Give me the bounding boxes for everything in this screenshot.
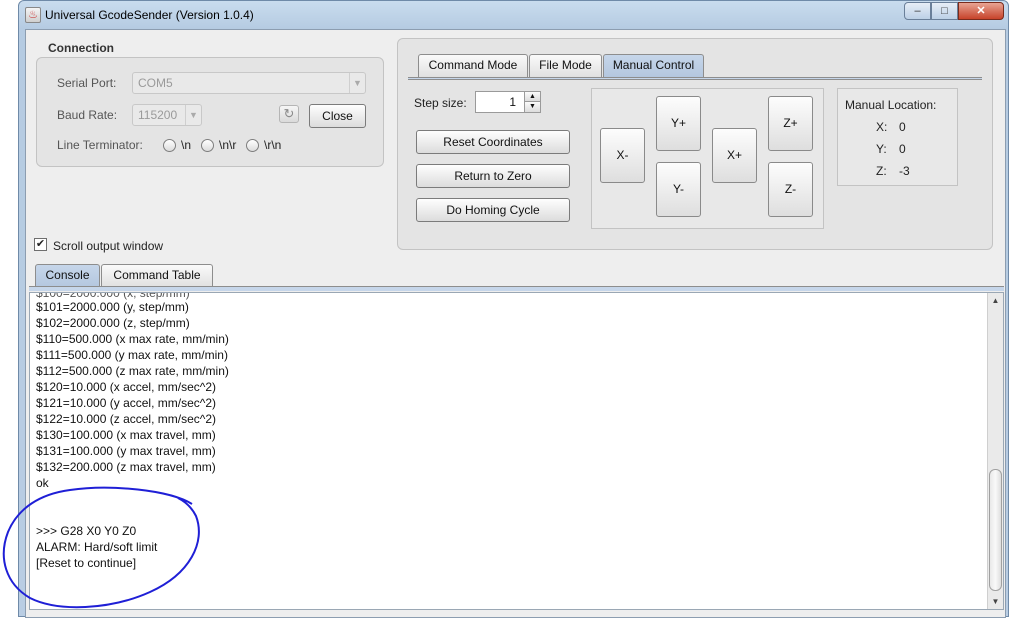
console-line: $102=2000.000 (z, step/mm): [36, 316, 190, 330]
chevron-down-icon: ▼: [185, 105, 201, 125]
tab-manual-control[interactable]: Manual Control: [603, 54, 704, 77]
console-line: $130=100.000 (x max travel, mm): [36, 428, 216, 442]
tab-command-table[interactable]: Command Table: [101, 264, 213, 287]
jog-y-plus-button[interactable]: Y+: [656, 96, 701, 151]
annotation-circle: [2, 486, 200, 609]
location-z-value: -3: [899, 164, 910, 178]
chevron-down-icon: ▼: [349, 73, 365, 93]
console-line: $122=10.000 (z accel, mm/sec^2): [36, 412, 217, 426]
console-tab-underline: [29, 286, 1004, 291]
serial-port-select[interactable]: COM5 ▼: [132, 72, 366, 94]
spinner-up-icon[interactable]: ▲: [524, 92, 540, 102]
manual-location-title: Manual Location:: [845, 98, 937, 112]
reset-coordinates-button[interactable]: Reset Coordinates: [416, 130, 570, 154]
location-x-label: X:: [876, 120, 888, 134]
terminator-label-n: \n: [181, 138, 192, 152]
jog-z-plus-button[interactable]: Z+: [768, 96, 813, 151]
connection-title: Connection: [48, 41, 114, 55]
window-controls: – □ ✕: [904, 2, 1004, 20]
console-line: $132=200.000 (z max travel, mm): [36, 460, 216, 474]
maximize-button[interactable]: □: [931, 2, 958, 20]
window-title: Universal GcodeSender (Version 1.0.4): [45, 8, 254, 22]
scroll-thumb[interactable]: [989, 469, 1002, 591]
step-size-label: Step size:: [414, 96, 467, 110]
tab-underline: [408, 77, 982, 80]
console-scrollbar[interactable]: ▲ ▼: [987, 293, 1003, 609]
scroll-up-icon[interactable]: ▲: [988, 293, 1003, 308]
console-line: $121=10.000 (y accel, mm/sec^2): [36, 396, 217, 410]
baud-rate-value: 115200: [138, 108, 178, 122]
spinner-down-icon[interactable]: ▼: [524, 102, 540, 112]
terminator-radio-nr[interactable]: [201, 139, 214, 152]
terminator-radio-rn[interactable]: [246, 139, 259, 152]
jog-z-minus-button[interactable]: Z-: [768, 162, 813, 217]
tab-command-mode[interactable]: Command Mode: [418, 54, 528, 77]
location-z-label: Z:: [876, 164, 887, 178]
return-to-zero-button[interactable]: Return to Zero: [416, 164, 570, 188]
console-line: $120=10.000 (x accel, mm/sec^2): [36, 380, 217, 394]
jog-panel: X- Y+ Y- X+ Z+ Z-: [591, 88, 824, 229]
console-line: $101=2000.000 (y, step/mm): [36, 300, 189, 314]
jog-x-plus-button[interactable]: X+: [712, 128, 757, 183]
baud-rate-select[interactable]: 115200 ▼: [132, 104, 202, 126]
minimize-button[interactable]: –: [904, 2, 931, 20]
console-line: $131=100.000 (y max travel, mm): [36, 444, 216, 458]
step-size-value: 1: [509, 95, 516, 109]
jog-x-minus-button[interactable]: X-: [600, 128, 645, 183]
line-terminator-label: Line Terminator:: [57, 138, 143, 152]
console-line: $110=500.000 (x max rate, mm/min): [36, 332, 229, 346]
java-app-icon: ♨: [25, 7, 41, 23]
refresh-ports-icon[interactable]: ↻: [279, 105, 299, 123]
manual-location-panel: Manual Location: X: 0 Y: 0 Z: -3: [837, 88, 958, 186]
scroll-output-label: Scroll output window: [53, 239, 164, 253]
connection-panel: Serial Port: COM5 ▼ Baud Rate: 115200 ▼ …: [36, 57, 384, 167]
close-window-button[interactable]: ✕: [958, 2, 1004, 20]
scroll-output-checkbox[interactable]: ✔: [34, 238, 47, 251]
location-x-value: 0: [899, 120, 906, 134]
serial-port-value: COM5: [138, 76, 173, 90]
baud-rate-label: Baud Rate:: [57, 108, 118, 122]
serial-port-label: Serial Port:: [57, 76, 117, 90]
title-bar: ♨ Universal GcodeSender (Version 1.0.4) …: [19, 1, 1008, 29]
control-panel: Command Mode File Mode Manual Control St…: [397, 38, 993, 250]
terminator-label-nr: \n\r: [219, 138, 237, 152]
terminator-radio-n[interactable]: [163, 139, 176, 152]
step-size-spinner[interactable]: 1 ▲ ▼: [475, 91, 541, 113]
tab-file-mode[interactable]: File Mode: [529, 54, 602, 77]
scroll-down-icon[interactable]: ▼: [988, 594, 1003, 609]
terminator-label-rn: \r\n: [264, 138, 282, 152]
tab-console[interactable]: Console: [35, 264, 100, 287]
close-port-button[interactable]: Close: [309, 104, 366, 128]
homing-cycle-button[interactable]: Do Homing Cycle: [416, 198, 570, 222]
jog-y-minus-button[interactable]: Y-: [656, 162, 701, 217]
location-y-label: Y:: [876, 142, 887, 156]
console-line: $111=500.000 (y max rate, mm/min): [36, 348, 228, 362]
location-y-value: 0: [899, 142, 906, 156]
console-line: $112=500.000 (z max rate, mm/min): [36, 364, 229, 378]
